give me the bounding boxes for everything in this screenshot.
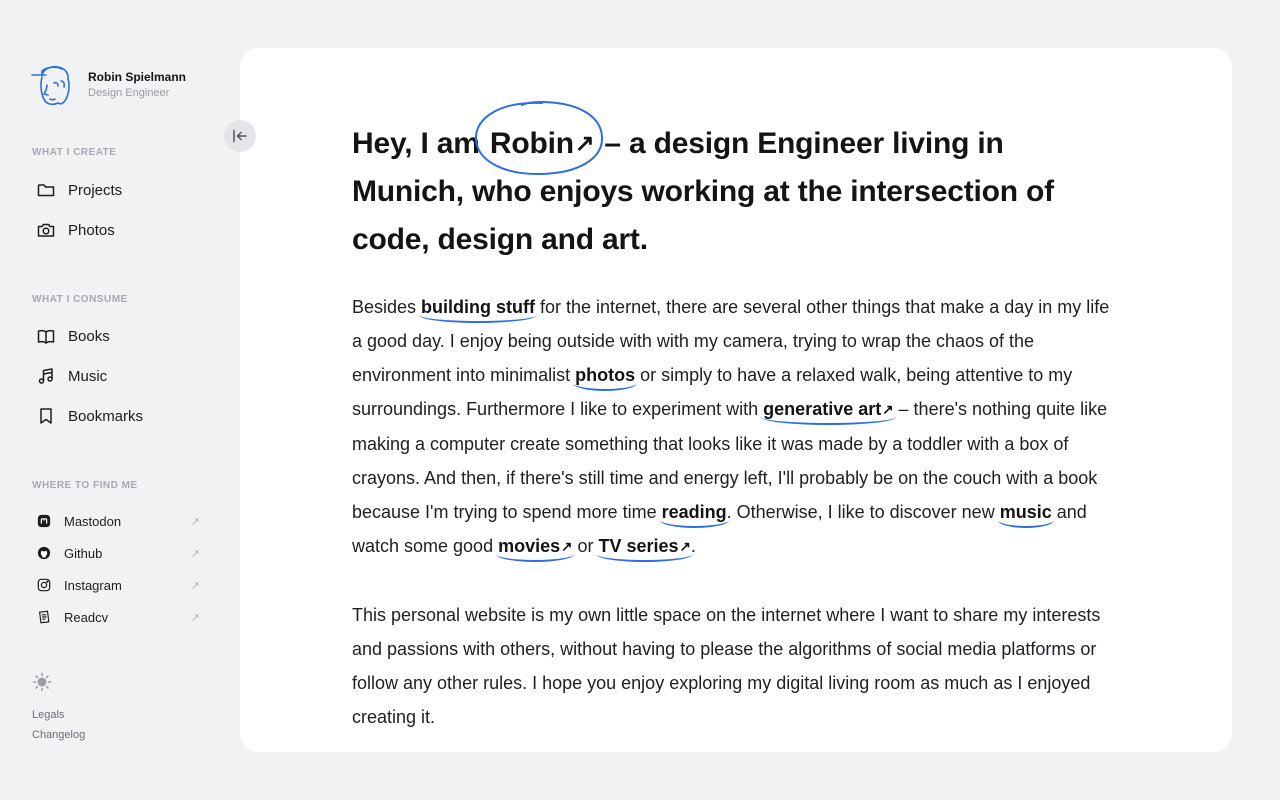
link-tv-series[interactable]: TV series↗ — [598, 536, 690, 556]
external-link-icon: ↗ — [190, 547, 200, 560]
social-label: Readcv — [64, 609, 109, 625]
external-link-icon: ↗ — [190, 579, 200, 592]
section-title-create: WHAT I CREATE — [32, 147, 117, 158]
sidebar-item-photos[interactable]: Photos — [36, 218, 115, 242]
intro-paragraph: Besides building stuff for the internet,… — [352, 296, 1110, 556]
external-arrow-icon: ↗ — [574, 130, 595, 156]
sidebar-item-label: Music — [68, 367, 108, 385]
theme-toggle-button[interactable] — [32, 672, 52, 692]
link-music[interactable]: music — [1000, 502, 1052, 522]
website-paragraph: This personal website is my own little s… — [352, 604, 1101, 727]
profile-role: Design Engineer — [88, 87, 170, 99]
footer-link-changelog[interactable]: Changelog — [32, 729, 85, 741]
link-reading[interactable]: reading — [662, 502, 727, 522]
sidebar-item-music[interactable]: Music — [36, 364, 107, 388]
external-arrow-icon: ↗ — [561, 538, 573, 554]
sidebar-item-label: Projects — [68, 181, 123, 199]
sun-icon — [32, 672, 52, 692]
readcv-icon — [36, 609, 52, 625]
link-movies[interactable]: movies↗ — [498, 536, 572, 556]
collapse-sidebar-button[interactable] — [224, 120, 256, 152]
external-link-icon: ↗ — [190, 611, 200, 624]
github-icon — [36, 545, 52, 561]
section-title-find: WHERE TO FIND ME — [32, 480, 138, 491]
social-link-github[interactable]: Github ↗ — [36, 543, 200, 563]
sidebar-item-label: Photos — [68, 221, 115, 239]
social-link-readcv[interactable]: Readcv ↗ — [36, 607, 200, 627]
robin-link[interactable]: Robin↗ — [474, 100, 603, 176]
sidebar-item-label: Bookmarks — [68, 407, 144, 425]
footer-link-legals[interactable]: Legals — [32, 709, 64, 721]
profile[interactable]: Robin Spielmann Design Engineer — [30, 63, 186, 107]
folder-icon — [36, 180, 56, 200]
external-arrow-icon: ↗ — [882, 401, 894, 417]
avatar-icon — [31, 65, 70, 106]
profile-name: Robin Spielmann — [88, 70, 187, 84]
instagram-icon — [36, 577, 52, 593]
book-icon — [36, 326, 56, 346]
link-building-stuff[interactable]: building stuff — [421, 297, 535, 317]
sidebar: Robin Spielmann Design Engineer WHAT I C… — [0, 0, 240, 800]
social-link-instagram[interactable]: Instagram ↗ — [36, 575, 200, 595]
camera-icon — [36, 220, 56, 240]
social-label: Github — [64, 545, 103, 561]
collapse-sidebar-icon — [233, 129, 247, 143]
sidebar-item-projects[interactable]: Projects — [36, 178, 122, 202]
external-link-icon: ↗ — [190, 515, 200, 528]
link-generative-art[interactable]: generative art↗ — [763, 399, 893, 419]
social-link-mastodon[interactable]: Mastodon ↗ — [36, 511, 200, 531]
bookmark-icon — [36, 406, 56, 426]
content: Hey, I am Robin↗ – a design Engineer liv… — [352, 100, 1122, 734]
social-label: Instagram — [64, 577, 122, 593]
music-icon — [36, 366, 56, 386]
page-title: Hey, I am Robin↗ – a design Engineer liv… — [352, 100, 1122, 264]
section-title-consume: WHAT I CONSUME — [32, 294, 128, 305]
external-arrow-icon: ↗ — [679, 538, 691, 554]
sidebar-item-books[interactable]: Books — [36, 324, 110, 348]
sidebar-item-label: Books — [68, 327, 110, 345]
link-photos[interactable]: photos — [575, 365, 635, 385]
mastodon-icon — [36, 513, 52, 529]
main-card: Hey, I am Robin↗ – a design Engineer liv… — [240, 48, 1232, 752]
sidebar-item-bookmarks[interactable]: Bookmarks — [36, 404, 143, 428]
social-label: Mastodon — [64, 513, 122, 529]
